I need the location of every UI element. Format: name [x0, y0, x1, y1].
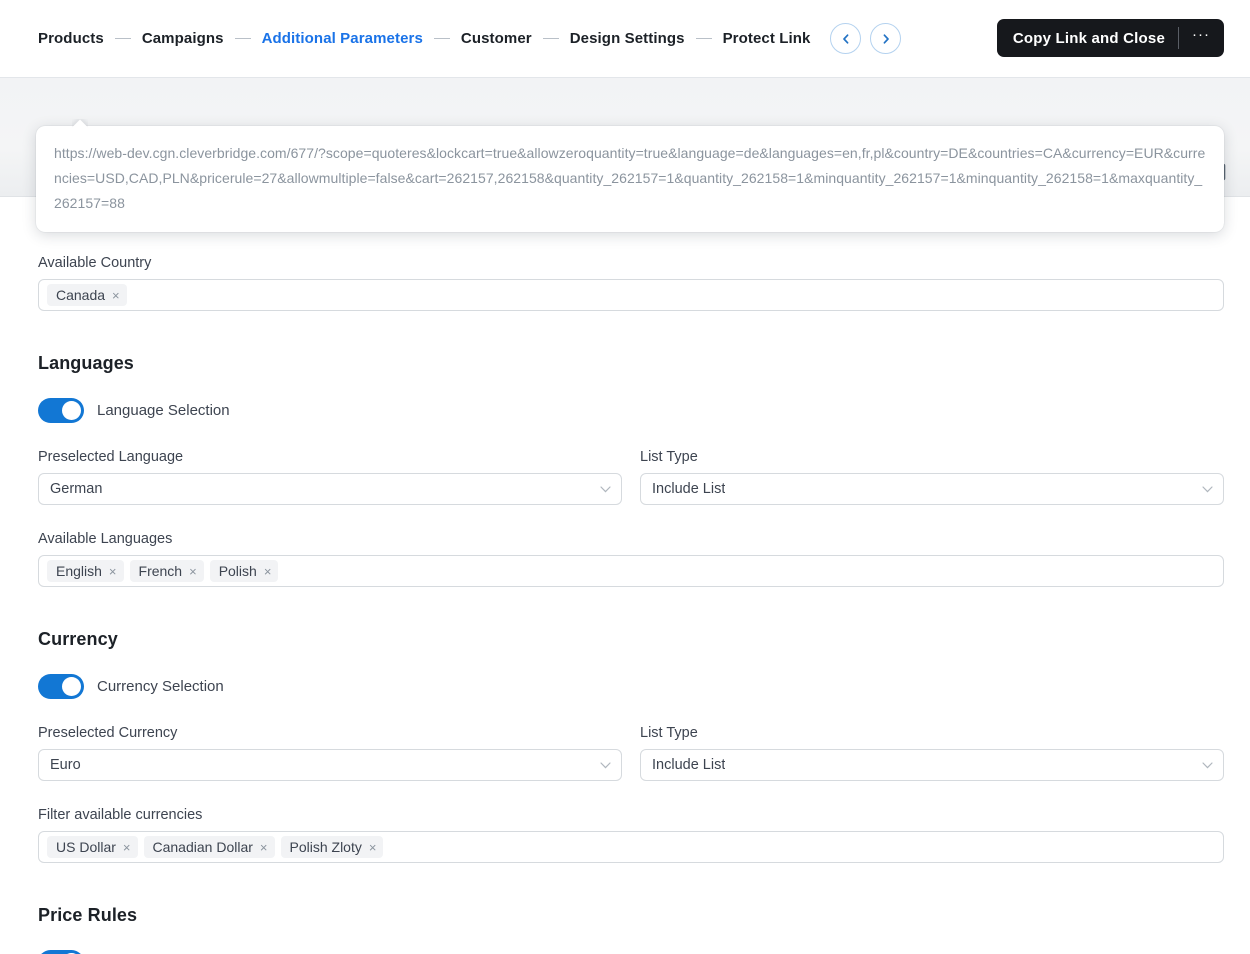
- available-country-chips[interactable]: Canada ×: [38, 279, 1224, 311]
- currency-selection-toggle-row: Currency Selection: [0, 674, 1250, 699]
- chip-french: French ×: [129, 560, 204, 582]
- chip-remove-icon[interactable]: ×: [264, 565, 272, 578]
- chip-canada: Canada ×: [47, 284, 127, 306]
- section-title-currency: Currency: [38, 629, 118, 649]
- section-title-price-rules: Price Rules: [38, 905, 138, 925]
- chip-remove-icon[interactable]: ×: [123, 841, 131, 854]
- filter-currencies-row: Filter available currencies US Dollar × …: [0, 807, 1250, 863]
- preselected-currency-label: Preselected Currency: [38, 725, 178, 741]
- language-list-type-select[interactable]: Include List: [640, 473, 1224, 505]
- available-country-field: Available Country Canada ×: [38, 255, 1224, 311]
- currency-selection-toggle[interactable]: [38, 674, 84, 699]
- breadcrumb-item-campaigns[interactable]: Campaigns: [142, 30, 224, 47]
- chip-remove-icon[interactable]: ×: [189, 565, 197, 578]
- language-selection-toggle[interactable]: [38, 398, 84, 423]
- chip-polish: Polish ×: [209, 560, 279, 582]
- more-options-button[interactable]: ···: [1179, 27, 1224, 46]
- preselected-language-value: German: [50, 481, 103, 497]
- available-languages-field: Available Languages English × French × P…: [38, 531, 1224, 587]
- chip-label: Polish: [218, 563, 257, 579]
- language-selection-label: Language Selection: [97, 402, 230, 419]
- language-list-type-field: List Type Include List: [640, 449, 1224, 505]
- available-languages-label: Available Languages: [38, 531, 173, 547]
- breadcrumb-separator: [695, 37, 712, 40]
- preselected-currency-value: Euro: [50, 757, 81, 773]
- chip-label: US Dollar: [56, 839, 116, 855]
- copy-link-and-close-label: Copy Link and Close: [1012, 29, 1165, 47]
- breadcrumb-item-customer[interactable]: Customer: [461, 30, 532, 47]
- price-rules-selection-toggle[interactable]: [38, 950, 84, 954]
- chevron-down-icon: [600, 756, 611, 774]
- preselected-currency-field: Preselected Currency Euro: [38, 725, 622, 781]
- language-list-type-label: List Type: [640, 449, 698, 465]
- preselected-language-field: Preselected Language German: [38, 449, 622, 505]
- preselected-language-label: Preselected Language: [38, 449, 184, 465]
- chip-label: English: [56, 563, 102, 579]
- chip-label: French: [138, 563, 183, 579]
- chip-label: Canadian Dollar: [152, 839, 253, 855]
- breadcrumb-item-additional-parameters[interactable]: Additional Parameters: [262, 30, 423, 47]
- chevron-down-icon: [1202, 480, 1213, 498]
- breadcrumb-separator: [542, 37, 559, 40]
- destination-url-tooltip: https://web-dev.cgn.cleverbridge.com/677…: [36, 126, 1224, 232]
- available-country-row: Available Country Canada ×: [0, 255, 1250, 311]
- chevron-down-icon: [1202, 756, 1213, 774]
- chip-label: Canada: [56, 287, 106, 303]
- currency-selects-row: Preselected Currency Euro List Type Incl…: [0, 725, 1250, 781]
- breadcrumb-item-design-settings[interactable]: Design Settings: [570, 30, 685, 47]
- chip-us-dollar: US Dollar ×: [47, 836, 138, 858]
- previous-step-button[interactable]: [830, 23, 862, 54]
- breadcrumb-separator: [114, 37, 131, 40]
- top-navigation-bar: Products Campaigns Additional Parameters…: [0, 0, 1250, 78]
- language-selects-row: Preselected Language German List Type In…: [0, 449, 1250, 505]
- currency-list-type-value: Include List: [652, 757, 726, 773]
- language-selection-toggle-row: Language Selection: [0, 398, 1250, 423]
- chip-polish-zloty: Polish Zloty ×: [280, 836, 384, 858]
- chip-remove-icon[interactable]: ×: [260, 841, 268, 854]
- filter-currencies-label: Filter available currencies: [38, 807, 203, 823]
- available-languages-chips[interactable]: English × French × Polish ×: [38, 555, 1224, 587]
- chip-remove-icon[interactable]: ×: [109, 565, 117, 578]
- breadcrumb-item-protect-link[interactable]: Protect Link: [723, 30, 811, 47]
- chip-english: English ×: [47, 560, 124, 582]
- breadcrumb-separator: [433, 37, 450, 40]
- filter-currencies-field: Filter available currencies US Dollar × …: [38, 807, 1224, 863]
- preselected-currency-select[interactable]: Euro: [38, 749, 622, 781]
- tooltip-url-text: https://web-dev.cgn.cleverbridge.com/677…: [54, 145, 1206, 211]
- tooltip-arrow: [72, 119, 88, 128]
- additional-parameters-form: Germany Include List Available Country C…: [0, 197, 1250, 954]
- currency-list-type-select[interactable]: Include List: [640, 749, 1224, 781]
- chevron-right-icon: [880, 33, 892, 45]
- filter-currencies-chips[interactable]: US Dollar × Canadian Dollar × Polish Zlo…: [38, 831, 1224, 863]
- preselected-language-select[interactable]: German: [38, 473, 622, 505]
- price-rules-selection-toggle-row: Price Rules Selection: [0, 950, 1250, 954]
- currency-list-type-field: List Type Include List: [640, 725, 1224, 781]
- breadcrumb: Products Campaigns Additional Parameters…: [38, 23, 902, 54]
- chip-remove-icon[interactable]: ×: [112, 289, 120, 302]
- chevron-left-icon: [840, 33, 852, 45]
- section-title-languages: Languages: [38, 353, 134, 373]
- breadcrumb-separator: [234, 37, 251, 40]
- next-step-button[interactable]: [870, 23, 902, 54]
- chip-label: Polish Zloty: [289, 839, 362, 855]
- chevron-down-icon: [600, 480, 611, 498]
- breadcrumb-item-products[interactable]: Products: [38, 30, 104, 47]
- available-country-label: Available Country: [38, 255, 152, 271]
- available-languages-row: Available Languages English × French × P…: [0, 531, 1250, 587]
- copy-link-and-close-button[interactable]: Copy Link and Close ···: [996, 19, 1224, 57]
- chip-canadian-dollar: Canadian Dollar ×: [143, 836, 275, 858]
- language-list-type-value: Include List: [652, 481, 726, 497]
- currency-list-type-label: List Type: [640, 725, 698, 741]
- currency-selection-label: Currency Selection: [97, 678, 224, 695]
- chip-remove-icon[interactable]: ×: [369, 841, 377, 854]
